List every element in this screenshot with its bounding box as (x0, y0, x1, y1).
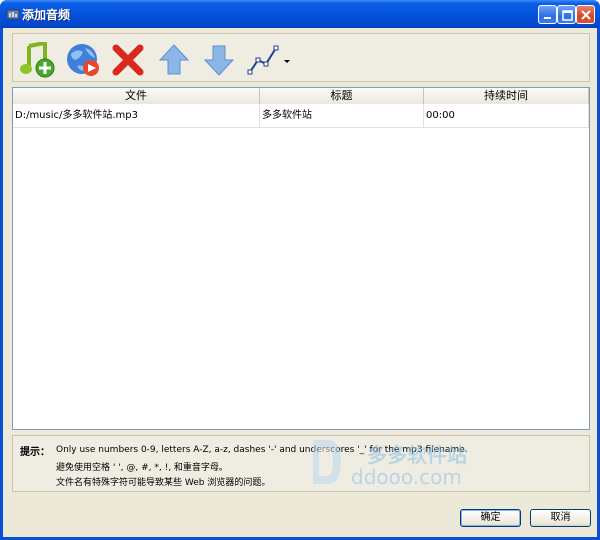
audio-app-icon (6, 9, 20, 20)
audio-file-list[interactable]: 文件 标题 持续时间 D:/music/多多软件站.mp3 多多软件站 00:0… (12, 87, 590, 430)
close-icon (581, 10, 591, 20)
delete-icon (112, 44, 144, 76)
curve-dropdown-icon (247, 45, 290, 75)
hint-panel: 提示： Only use numbers 0-9, letters A-Z, a… (12, 435, 590, 492)
column-header-file[interactable]: 文件 (13, 88, 260, 104)
move-down-button[interactable] (201, 42, 237, 78)
envelope-dropdown-button[interactable] (246, 42, 294, 78)
hint-line-2: 避免使用空格 ' ', @, #, *, !, 和重音字母。 (56, 463, 228, 473)
cell-title[interactable]: 多多软件站 (260, 104, 424, 128)
arrow-down-icon (203, 45, 235, 76)
globe-play-icon (67, 44, 99, 76)
close-button[interactable] (576, 5, 595, 24)
maximize-button[interactable] (557, 5, 576, 24)
column-header-duration[interactable]: 持续时间 (424, 88, 589, 104)
add-online-button[interactable] (65, 42, 101, 78)
list-item[interactable]: D:/music/多多软件站.mp3 多多软件站 00:00 (13, 104, 589, 128)
cancel-button[interactable]: 取消 (530, 509, 591, 527)
minimize-button[interactable] (538, 5, 557, 24)
column-header-title[interactable]: 标题 (260, 88, 424, 104)
ok-button[interactable]: 确定 (460, 509, 521, 527)
maximize-icon (562, 10, 573, 21)
dialog-window: 添加音频 文件 标题 持续时间 D:/music/多多软件站.mp3 多多软件站… (0, 0, 600, 540)
move-up-button[interactable] (156, 42, 192, 78)
hint-label: 提示： (20, 447, 50, 458)
window-title: 添加音频 (22, 8, 71, 22)
add-audio-button[interactable] (19, 40, 55, 78)
minimize-icon (544, 17, 551, 19)
toolbar (12, 33, 590, 82)
list-header: 文件 标题 持续时间 (13, 88, 589, 104)
hint-line-3: 文件名有特殊字符可能导致某些 Web 浏览器的问题。 (56, 478, 271, 488)
cell-file[interactable]: D:/music/多多软件站.mp3 (13, 104, 260, 128)
remove-button[interactable] (110, 42, 146, 78)
arrow-up-icon (158, 44, 190, 75)
hint-line-1: Only use numbers 0-9, letters A-Z, a-z, … (56, 445, 468, 455)
add-music-icon (20, 40, 55, 78)
cell-duration[interactable]: 00:00 (424, 104, 589, 128)
dialog-client: 文件 标题 持续时间 D:/music/多多软件站.mp3 多多软件站 00:0… (3, 28, 597, 537)
title-bar[interactable]: 添加音频 (0, 0, 600, 28)
